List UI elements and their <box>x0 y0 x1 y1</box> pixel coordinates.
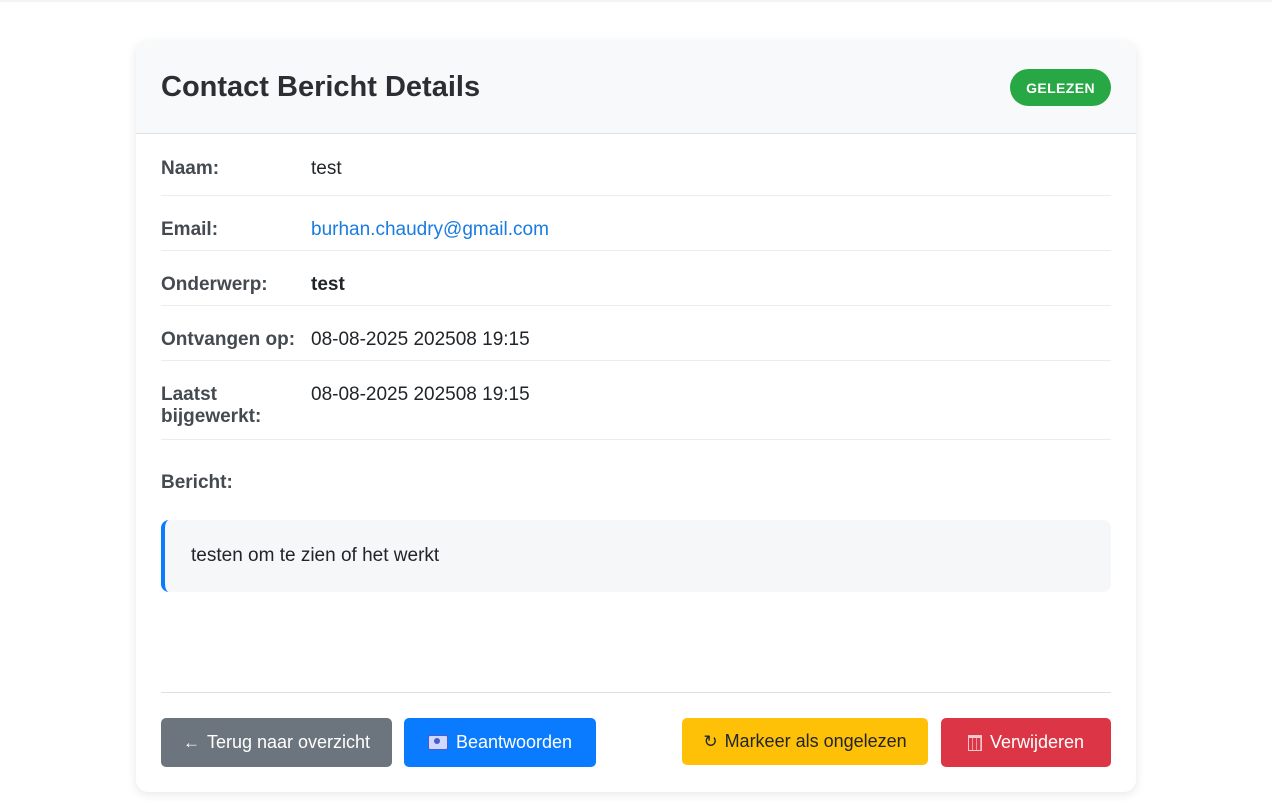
arrow-left-icon: ← <box>182 732 200 752</box>
mark-unread-button-label: Markeer als ongelezen <box>724 731 907 751</box>
detail-label: Email: <box>161 219 219 240</box>
top-border <box>0 0 1272 2</box>
message-detail-card: Contact Bericht Details GELEZEN Naam: te… <box>136 42 1136 792</box>
detail-row-updated: Laatst bijgewerkt: 08-08-2025 202508 19:… <box>161 361 1111 440</box>
email-link[interactable]: burhan.chaudry@gmail.com <box>311 219 549 250</box>
mark-unread-button[interactable]: ↻ Markeer als ongelezen <box>682 718 928 765</box>
page-title: Contact Bericht Details <box>161 71 481 103</box>
delete-button-label: Verwijderen <box>989 732 1085 752</box>
card-header: Contact Bericht Details GELEZEN <box>136 42 1136 134</box>
detail-row-received: Ontvangen op: 08-08-2025 202508 19:15 <box>161 306 1111 361</box>
reply-button-label: Beantwoorden <box>455 732 573 752</box>
subject-value: test <box>311 274 345 295</box>
message-text: testen om te zien of het werkt <box>191 545 440 566</box>
message-label: Bericht: <box>161 472 233 493</box>
card-body: Naam: test Email: burhan.chaudry@gmail.c… <box>136 134 1136 592</box>
actions-divider <box>161 692 1111 693</box>
detail-row-name: Naam: test <box>161 134 1111 196</box>
received-value: 08-08-2025 202508 19:15 <box>311 329 530 350</box>
detail-label: Ontvangen op: <box>161 329 296 350</box>
name-value: test <box>311 158 342 179</box>
message-body: testen om te zien of het werkt <box>161 520 1111 592</box>
detail-row-email: Email: burhan.chaudry@gmail.com <box>161 196 1111 251</box>
trash-icon <box>967 734 982 751</box>
back-to-overview-button[interactable]: ← Terug naar overzicht <box>161 718 392 767</box>
status-badge: GELEZEN <box>1010 69 1111 106</box>
detail-label: Onderwerp: <box>161 274 268 295</box>
mail-icon <box>427 735 448 750</box>
detail-row-subject: Onderwerp: test <box>161 251 1111 306</box>
refresh-icon: ↻ <box>703 731 718 751</box>
detail-label: Naam: <box>161 158 220 179</box>
delete-button[interactable]: Verwijderen <box>941 718 1111 767</box>
updated-value: 08-08-2025 202508 19:15 <box>311 384 530 405</box>
detail-label: Laatst bijgewerkt: <box>161 384 262 427</box>
back-button-label: Terug naar overzicht <box>206 732 371 752</box>
reply-button[interactable]: Beantwoorden <box>404 718 596 767</box>
